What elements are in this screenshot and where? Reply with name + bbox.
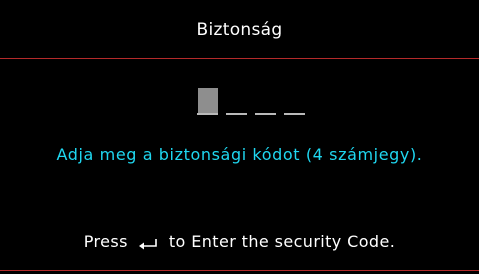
code-digit-underline [284,113,305,115]
code-digit-underline [197,113,218,115]
code-digit-underline [255,113,276,115]
enter-hint: Press to Enter the security Code. [0,232,479,251]
hint-press-text: Press [83,232,128,251]
enter-arrow-icon [137,236,159,250]
security-code-input[interactable] [197,88,317,120]
code-cursor-box [198,88,218,113]
title-divider [0,58,479,59]
code-digit-underline [226,113,247,115]
dialog-title: Biztonság [196,20,283,40]
code-digit-2[interactable] [226,88,247,115]
code-digit-1[interactable] [197,88,218,115]
security-osd-dialog: Biztonság Adja meg a biztonsági kódot (4… [0,0,479,274]
security-prompt-text: Adja meg a biztonsági kódot (4 számjegy)… [56,145,423,164]
code-digit-4[interactable] [284,88,305,115]
hint-action-text: to Enter the security Code. [168,232,396,251]
code-digit-3[interactable] [255,88,276,115]
bottom-divider [0,270,479,271]
